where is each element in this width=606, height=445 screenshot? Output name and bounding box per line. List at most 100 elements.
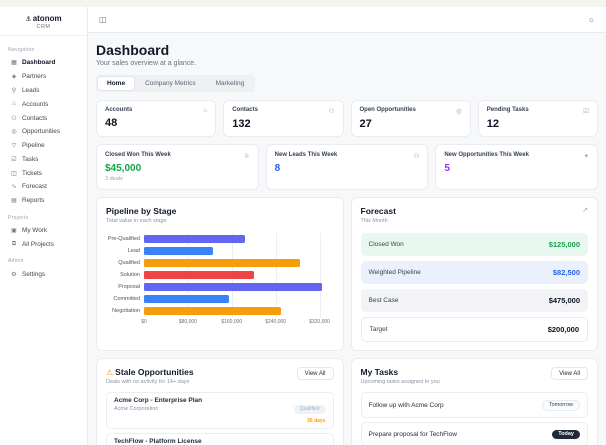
forecast-panel: Forecast This Month ↗ Closed Won $125,00…	[350, 197, 598, 351]
sidebar-item-partners[interactable]: ◈ Partners	[8, 70, 79, 84]
sidebar-item-accounts[interactable]: ⌂ Accounts	[8, 97, 79, 111]
stale-opportunities-list: Acme Corp - Enterprise Plan Acme Corpora…	[106, 392, 334, 445]
x-tick-label: $80,000	[178, 319, 197, 325]
sidebar-item-label: Pipeline	[22, 142, 45, 150]
sidebar-toggle-icon[interactable]: ◫	[99, 15, 107, 24]
stat-subtext: 3 deals	[105, 176, 123, 182]
pipeline-by-stage-panel: Pipeline by Stage Total value in each st…	[96, 197, 344, 351]
kpi-row: Accounts ⌂ 48 Contacts ⚇ 132 Open Opport…	[96, 100, 598, 137]
tasks-view-all-button[interactable]: View All	[551, 367, 588, 380]
kpi-card-accounts[interactable]: Accounts ⌂ 48	[96, 100, 217, 137]
my-tasks-panel: My Tasks Upcoming tasks assigned to you …	[350, 358, 598, 445]
stale-view-all-button[interactable]: View All	[296, 367, 334, 380]
stat-card-closed-won[interactable]: Closed Won This Week ♕ $45,000 3 deals	[96, 144, 259, 190]
kpi-label: Pending Tasks	[486, 107, 529, 113]
tab-company-metrics[interactable]: Company Metrics	[136, 77, 205, 90]
forecast-row-value: $82,500	[552, 268, 580, 277]
target-icon: ◎	[456, 108, 462, 115]
kpi-value: 48	[105, 117, 118, 129]
window-top-strip	[0, 0, 606, 7]
bar-pre-qualified[interactable]	[144, 234, 246, 244]
stale-opportunities-panel: ⚠ Stale Opportunities Deals with no activ…	[96, 358, 344, 445]
kpi-card-pending-tasks[interactable]: Pending Tasks ☑ 12	[477, 100, 598, 137]
sidebar-item-tasks[interactable]: ☑ Tasks	[8, 152, 79, 166]
opportunity-name: Acme Corp - Enterprise Plan	[114, 397, 203, 404]
opportunity-row-acme[interactable]: Acme Corp - Enterprise Plan Acme Corpora…	[106, 392, 334, 429]
document-icon: ▤	[11, 198, 17, 205]
category-label: Solution	[120, 272, 140, 278]
stale-opportunities-title: Stale Opportunities	[115, 367, 194, 377]
sidebar-item-label: Leads	[22, 86, 40, 94]
topbar: ◫ ☼	[88, 7, 606, 33]
task-title: Follow up with Acme Corp	[368, 401, 444, 409]
tab-home[interactable]: Home	[98, 77, 135, 90]
brand-name: atonom	[32, 14, 62, 23]
sidebar-item-my-work[interactable]: ▣ My Work	[8, 224, 79, 238]
sidebar-item-pipeline[interactable]: ▽ Pipeline	[8, 139, 79, 153]
users-icon: ⚇	[328, 108, 335, 115]
sparkle-icon: ✦	[583, 153, 590, 160]
warning-icon: ⚠	[106, 368, 114, 377]
forecast-row-closed-won: Closed Won $125,000	[360, 233, 588, 256]
sidebar-item-all-projects[interactable]: ⧉ All Projects	[8, 237, 79, 251]
task-row-follow-up[interactable]: Follow up with Acme Corp Tomorrow	[360, 392, 588, 418]
sidebar-item-settings[interactable]: ⚙ Settings	[8, 267, 79, 281]
trending-up-icon: ↗	[582, 207, 588, 214]
anchor-logo-icon: ⚓	[25, 16, 32, 23]
bar-lead[interactable]	[144, 246, 213, 256]
bar-solution[interactable]	[144, 270, 254, 280]
dashboard-content: Dashboard Your sales overview at a glanc…	[88, 33, 606, 445]
pipeline-bar-chart: Pre-Qualified Lead Qualified Solution Pr…	[106, 233, 334, 325]
crm-app: ⚓atonom CRM Navigation ▦ Dashboard ◈ Par…	[0, 7, 606, 445]
dashboard-icon: ▦	[11, 60, 17, 67]
sidebar-item-label: Forecast	[22, 183, 47, 191]
sidebar-item-leads[interactable]: ⚲ Leads	[8, 84, 79, 98]
pipeline-chart-title: Pipeline by Stage	[106, 206, 177, 216]
sidebar-item-reports[interactable]: ▤ Reports	[8, 194, 79, 208]
sidebar-item-label: Settings	[22, 270, 46, 278]
pipeline-chart-subtitle: Total value in each stage	[106, 218, 167, 224]
category-label: Lead	[127, 248, 140, 254]
stat-label: Closed Won This Week	[105, 152, 171, 158]
sidebar-item-label: Partners	[22, 73, 47, 81]
stat-card-new-leads[interactable]: New Leads This Week ⚇ 8	[265, 144, 429, 190]
forecast-row-label: Weighted Pipeline	[368, 269, 421, 276]
opportunity-row-techflow[interactable]: TechFlow - Platform License TechFlow Sol…	[106, 432, 334, 445]
kpi-card-contacts[interactable]: Contacts ⚇ 132	[223, 100, 344, 137]
sidebar-item-label: Tickets	[22, 169, 43, 177]
stat-label: New Leads This Week	[274, 152, 338, 158]
sidebar-item-dashboard[interactable]: ▦ Dashboard	[8, 56, 79, 70]
sidebar-item-opportunities[interactable]: ◎ Opportunities	[8, 125, 79, 139]
category-label: Negotiation	[112, 308, 140, 314]
bar-committed[interactable]	[144, 294, 230, 304]
sidebar-item-contacts[interactable]: ⚇ Contacts	[8, 111, 79, 125]
x-tick-label: $160,000	[221, 319, 243, 325]
task-row-prepare-proposal[interactable]: Prepare proposal for TechFlow Today	[360, 422, 588, 445]
chart-plot-area: $0 $80,000 $160,000 $240,000 $320,000	[141, 233, 331, 325]
days-stale: 26 days	[307, 417, 326, 424]
category-label: Proposal	[118, 284, 140, 290]
theme-toggle-icon[interactable]: ☼	[588, 15, 595, 24]
tab-marketing[interactable]: Marketing	[207, 77, 254, 90]
category-label: Committed	[113, 296, 140, 302]
stat-label: New Opportunities This Week	[444, 152, 529, 158]
forecast-subtitle: This Month	[360, 218, 388, 224]
bar-proposal[interactable]	[144, 282, 323, 292]
stat-card-new-opportunities[interactable]: New Opportunities This Week ✦ 5	[435, 144, 599, 190]
bar-qualified[interactable]	[144, 258, 301, 268]
users-icon: ⚇	[11, 115, 17, 122]
bar-negotiation[interactable]	[144, 306, 282, 316]
sidebar-item-label: Contacts	[22, 114, 48, 122]
chart-category-labels: Pre-Qualified Lead Qualified Solution Pr…	[106, 233, 144, 317]
forecast-row-target: Target $200,000	[360, 317, 588, 342]
sidebar-item-label: All Projects	[22, 240, 54, 248]
task-title: Prepare proposal for TechFlow	[368, 430, 457, 438]
main-area: ◫ ☼ Dashboard Your sales overview at a g…	[88, 7, 606, 445]
kpi-card-open-opportunities[interactable]: Open Opportunities ◎ 27	[350, 100, 471, 137]
sidebar-item-forecast[interactable]: ∿ Forecast	[8, 180, 79, 194]
sidebar-item-tickets[interactable]: ◫ Tickets	[8, 166, 79, 180]
kpi-value: 12	[486, 118, 499, 130]
due-badge: Tomorrow	[541, 399, 580, 411]
sidebar-section-admin: Admin	[8, 258, 24, 265]
sidebar: ⚓atonom CRM Navigation ▦ Dashboard ◈ Par…	[0, 7, 88, 445]
